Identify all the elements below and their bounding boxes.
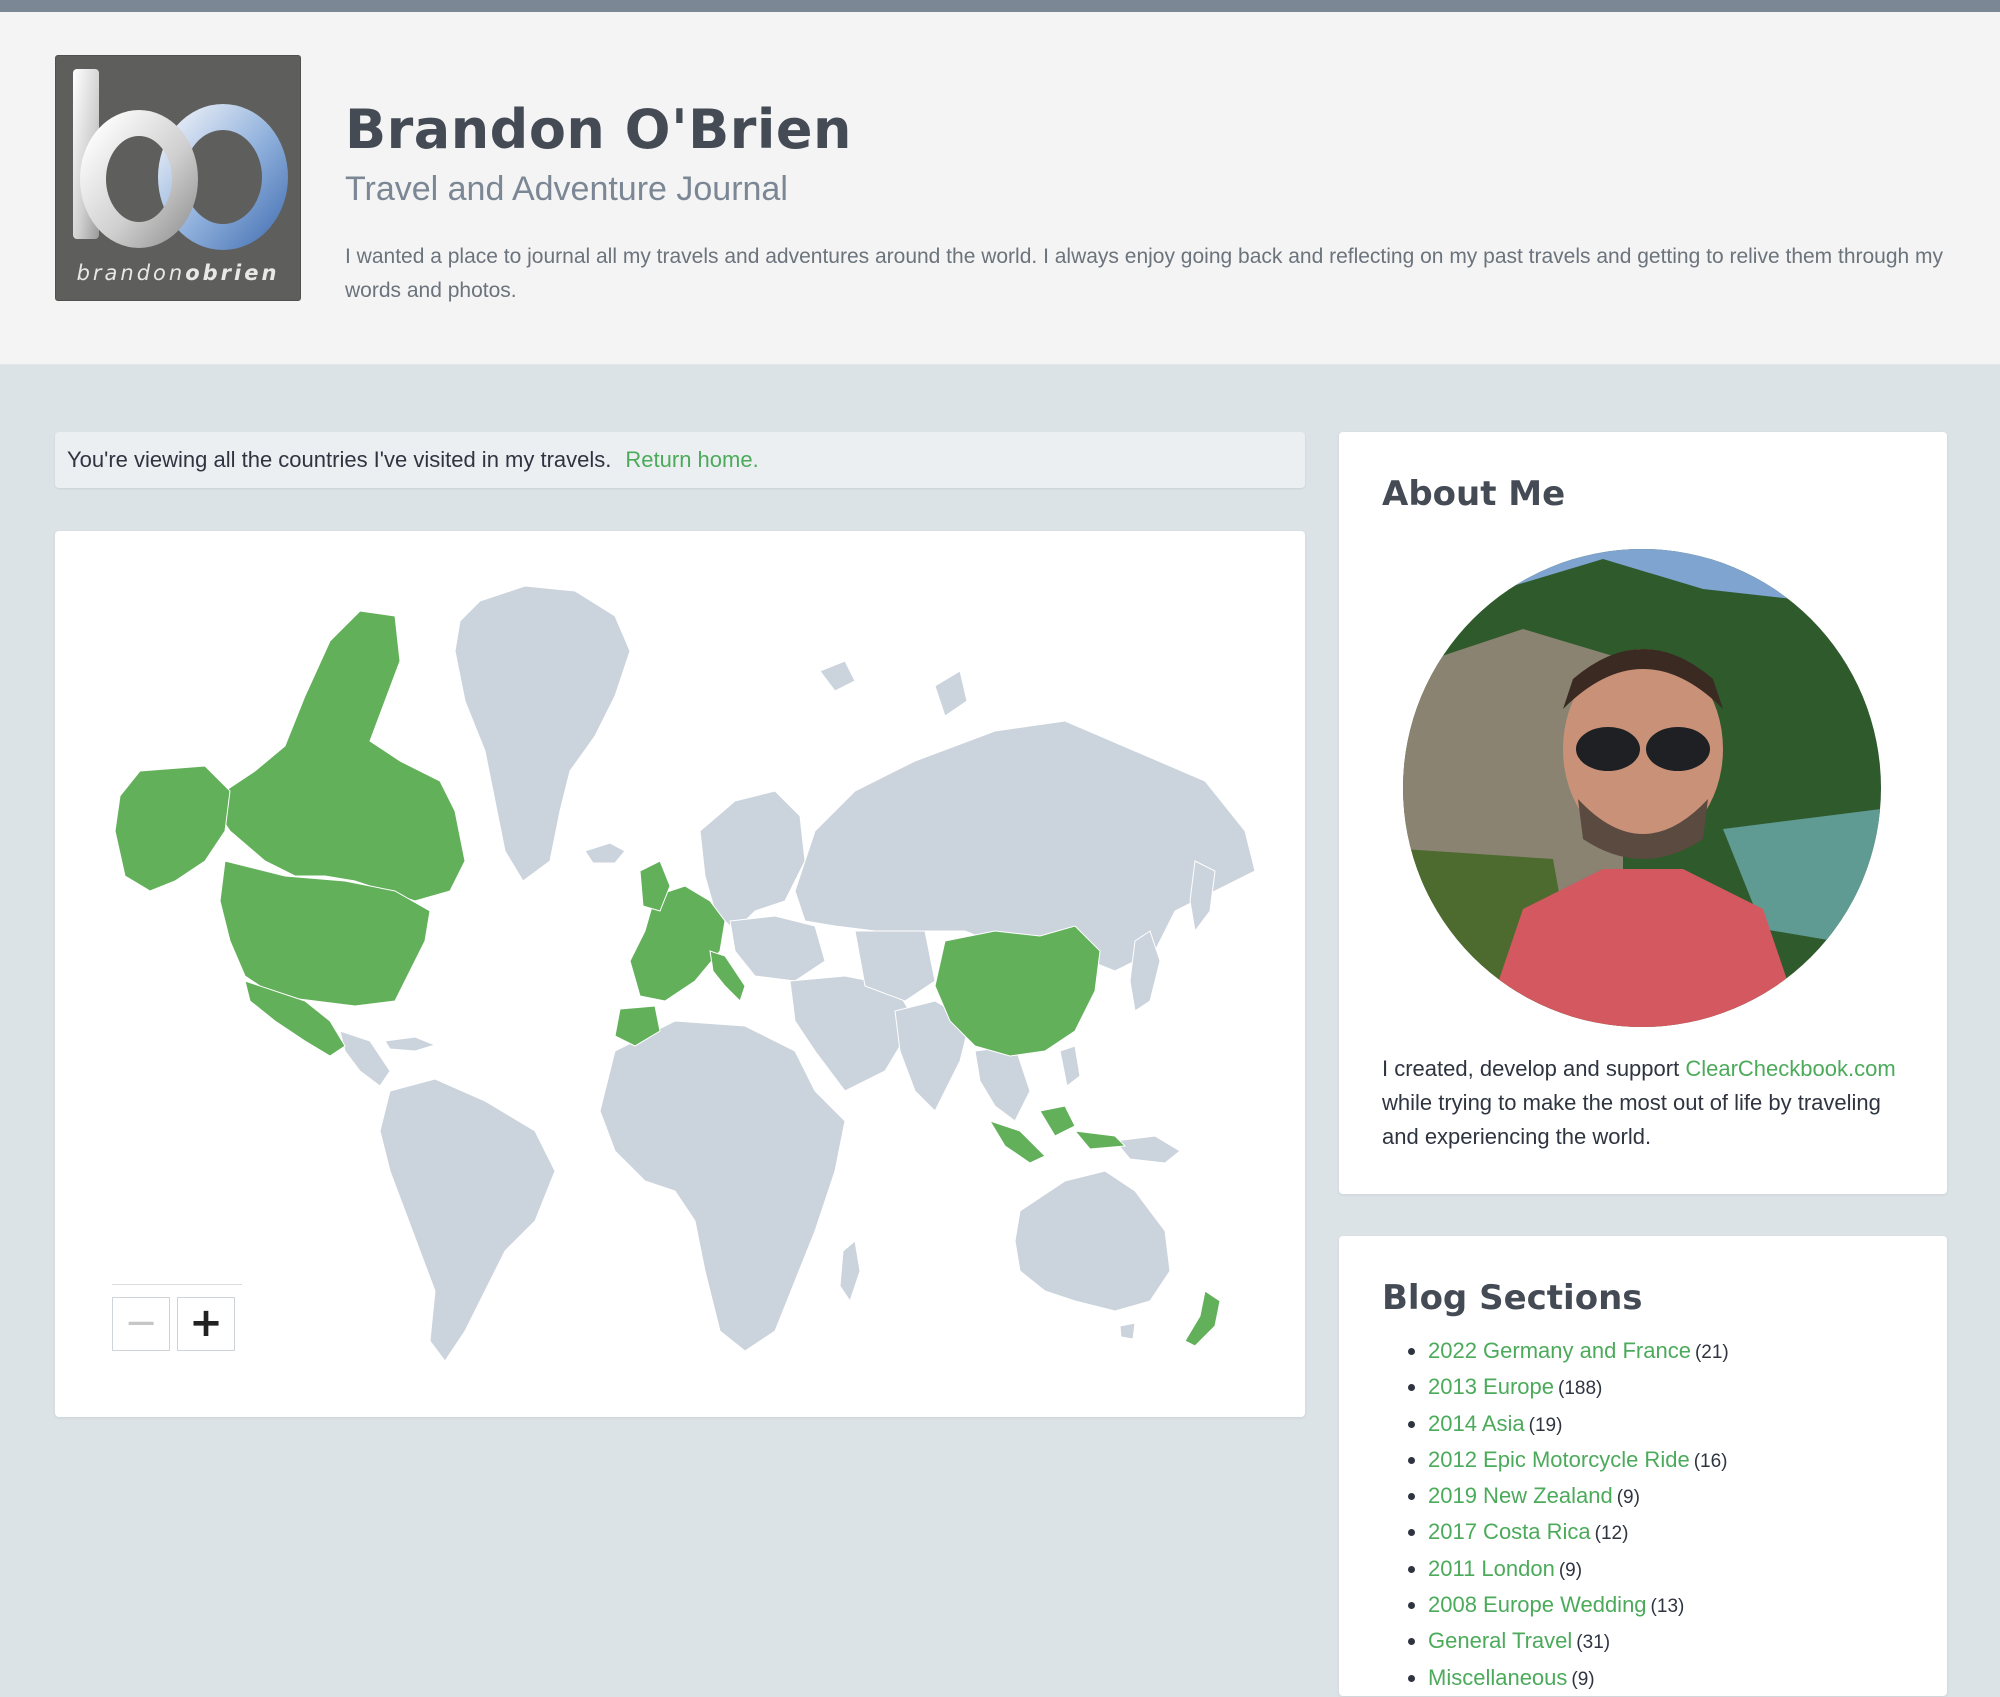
blog-sections-list: 2022 Germany and France(21) 2013 Europe(… (1382, 1334, 1729, 1697)
top-strip (0, 0, 2000, 12)
map-region-tasmania (1119, 1322, 1136, 1340)
map-region-australia (1014, 1170, 1171, 1312)
post-count: (9) (1616, 1487, 1640, 1509)
map-zoom-controls: − + (112, 1284, 242, 1351)
blog-section-link[interactable]: 2008 Europe Wedding (1428, 1592, 1647, 1617)
site-title[interactable]: Brandon O'Brien (345, 98, 852, 161)
map-region-south-america (379, 1078, 556, 1362)
world-map-card: − + (55, 531, 1305, 1417)
map-region-europe-east (729, 915, 826, 982)
post-count: (16) (1693, 1450, 1728, 1472)
post-count: (31) (1576, 1632, 1611, 1654)
blog-section-link[interactable]: 2012 Epic Motorcycle Ride (1428, 1447, 1690, 1472)
blog-section-link[interactable]: Miscellaneous (1428, 1665, 1567, 1690)
map-region-svalbard (819, 660, 856, 692)
post-count: (188) (1558, 1378, 1603, 1400)
zoom-out-button[interactable]: − (112, 1297, 170, 1351)
list-item: 2022 Germany and France(21) (1428, 1334, 1729, 1370)
site-description: I wanted a place to journal all my trave… (345, 245, 1944, 302)
map-region-kamchatka (1189, 860, 1216, 933)
site-header: brandonobrien Brandon O'Brien Travel and… (0, 12, 2000, 365)
blog-sections-card: Blog Sections 2022 Germany and France(21… (1339, 1236, 1947, 1696)
blog-section-link[interactable]: 2011 London (1428, 1556, 1555, 1581)
world-map[interactable] (55, 531, 1305, 1417)
map-region-philippines (1059, 1045, 1081, 1087)
post-count: (9) (1558, 1559, 1583, 1581)
blog-section-link[interactable]: 2013 Europe (1428, 1374, 1554, 1399)
map-region-indonesia-borneo (1039, 1105, 1076, 1137)
list-item: 2008 Europe Wedding(13) (1428, 1588, 1729, 1624)
list-item: 2012 Epic Motorcycle Ride(16) (1428, 1443, 1729, 1479)
blog-section-link[interactable]: 2022 Germany and France (1428, 1338, 1691, 1363)
map-region-caribbean (384, 1036, 437, 1052)
blog-section-link[interactable]: 2019 New Zealand (1428, 1483, 1613, 1508)
clearcheckbook-link[interactable]: ClearCheckbook.com (1685, 1056, 1895, 1081)
post-count: (21) (1694, 1342, 1729, 1363)
blog-section-link[interactable]: General Travel (1428, 1628, 1572, 1653)
blog-section-link[interactable]: 2014 Asia (1428, 1411, 1525, 1436)
list-item: 2019 New Zealand(9) (1428, 1479, 1729, 1515)
map-region-southeast-asia (974, 1045, 1031, 1122)
blog-section-link[interactable]: 2017 Costa Rica (1428, 1519, 1591, 1544)
list-item: Miscellaneous(9) (1428, 1661, 1729, 1697)
map-region-greenland (454, 585, 631, 882)
zoom-in-button[interactable]: + (177, 1297, 235, 1351)
about-me-text: I created, develop and support ClearChec… (1382, 1056, 1896, 1149)
map-region-indonesia-west (988, 1120, 1046, 1164)
map-region-africa (599, 1020, 846, 1352)
map-region-alaska (114, 765, 231, 892)
list-item: 2011 London(9) (1428, 1552, 1729, 1588)
profile-photo-image (1403, 549, 1881, 1027)
logo-caption: brandonobrien (76, 261, 280, 285)
map-region-new-zealand (1184, 1290, 1221, 1347)
about-me-heading: About Me (1382, 474, 1566, 514)
map-region-indonesia-east (1073, 1130, 1127, 1150)
site-subtitle: Travel and Adventure Journal (345, 170, 788, 208)
notice-text: You're viewing all the countries I've vi… (67, 447, 612, 472)
map-region-iceland (584, 842, 626, 864)
map-region-novaya-zemlya (934, 670, 968, 717)
map-region-italy (709, 950, 746, 1002)
map-region-canada (209, 610, 466, 902)
post-count: (13) (1650, 1596, 1685, 1618)
post-count: (12) (1594, 1523, 1629, 1545)
visited-countries-notice: You're viewing all the countries I've vi… (55, 432, 1305, 488)
map-region-new-guinea (1114, 1135, 1181, 1164)
map-region-madagascar (839, 1240, 861, 1303)
list-item: 2013 Europe(188) (1428, 1370, 1729, 1406)
map-region-central-america (339, 1030, 391, 1087)
list-item: General Travel(31) (1428, 1624, 1729, 1660)
site-logo[interactable]: brandonobrien (55, 55, 301, 301)
post-count: (19) (1528, 1414, 1563, 1436)
list-item: 2017 Costa Rica(12) (1428, 1515, 1729, 1551)
list-item: 2014 Asia(19) (1428, 1407, 1729, 1443)
profile-photo (1403, 549, 1881, 1027)
about-me-card: About Me I created, develop and support … (1339, 432, 1947, 1194)
blog-sections-heading: Blog Sections (1382, 1278, 1643, 1318)
return-home-link[interactable]: Return home. (625, 447, 758, 472)
post-count: (9) (1571, 1668, 1595, 1690)
